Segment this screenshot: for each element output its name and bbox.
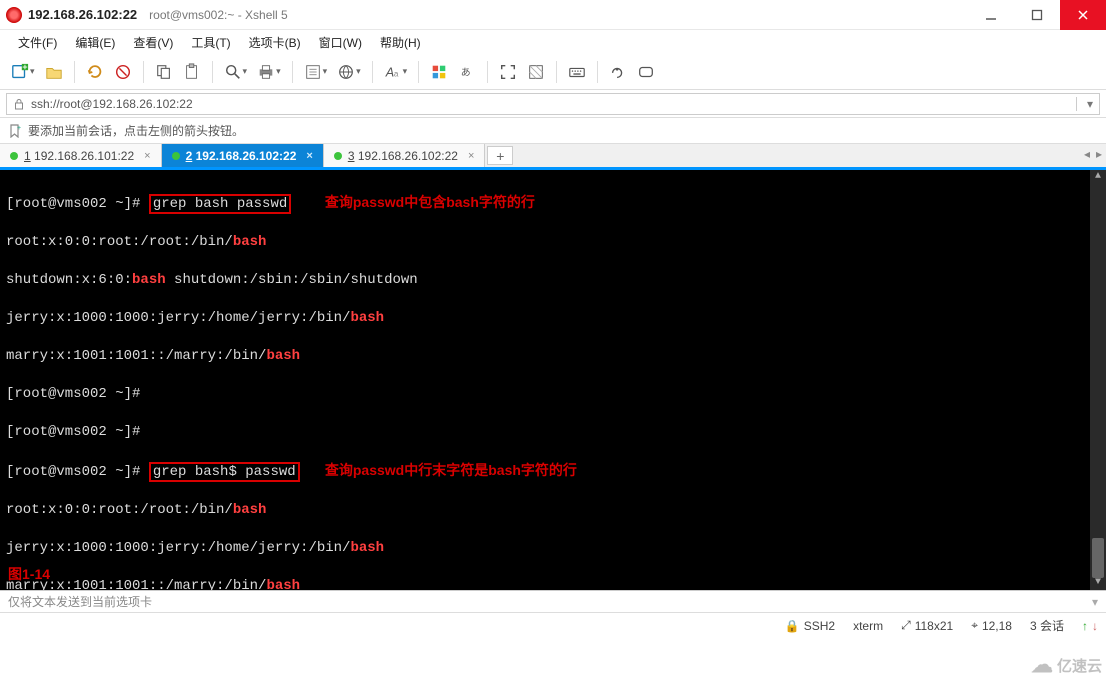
find-button[interactable]: ▾	[220, 59, 252, 85]
tab-close-icon[interactable]: ×	[468, 150, 474, 162]
address-field[interactable]: ssh://root@192.168.26.102:22 ▾	[6, 93, 1100, 115]
window-title-sub: root@vms002:~ - Xshell 5	[149, 8, 288, 22]
terminal-area[interactable]: [root@vms002 ~]# grep bash passwd 查询pass…	[0, 170, 1106, 590]
status-dot-icon	[172, 152, 180, 160]
lock-icon	[13, 98, 25, 110]
paste-button[interactable]	[179, 59, 205, 85]
status-dot-icon	[334, 152, 342, 160]
terminal-scrollbar[interactable]: ▲ ▼	[1090, 170, 1106, 590]
scroll-thumb[interactable]	[1092, 538, 1104, 578]
cloud-icon: ☁	[1031, 652, 1053, 678]
arrow-down-icon: ↓	[1092, 619, 1098, 633]
menu-tabs[interactable]: 选项卡(B)	[241, 32, 309, 53]
send-mode-hint[interactable]: 仅将文本发送到当前选项卡 ▾	[0, 590, 1106, 612]
status-traffic: ↑ ↓	[1082, 619, 1098, 633]
menu-view[interactable]: 查看(V)	[125, 32, 181, 53]
session-hint-text: 要添加当前会话，点击左侧的箭头按钮。	[28, 122, 244, 139]
session-tab-1[interactable]: 1 192.168.26.101:22 ×	[0, 144, 162, 167]
annotation-1: 查询passwd中包含bash字符的行	[325, 194, 535, 210]
session-tabs: 1 192.168.26.101:22 × 2 192.168.26.102:2…	[0, 144, 1106, 170]
encoding-button[interactable]: あ	[454, 59, 480, 85]
position-icon: ⌖	[971, 618, 978, 633]
status-dot-icon	[10, 152, 18, 160]
figure-label: 图1-14	[8, 565, 50, 584]
app-logo-icon	[6, 7, 22, 23]
address-text: ssh://root@192.168.26.102:22	[31, 97, 193, 111]
resize-icon: ⤢	[901, 618, 911, 633]
color-scheme-button[interactable]	[426, 59, 452, 85]
title-bar: 192.168.26.102:22 root@vms002:~ - Xshell…	[0, 0, 1106, 30]
status-terminal-type: xterm	[853, 619, 883, 633]
session-tab-2[interactable]: 2 192.168.26.102:22 ×	[162, 144, 324, 167]
address-dropdown-icon[interactable]: ▾	[1076, 97, 1093, 111]
keyboard-button[interactable]	[564, 59, 590, 85]
transparency-button[interactable]	[523, 59, 549, 85]
bookmark-add-icon[interactable]: +	[8, 124, 22, 138]
disconnect-button[interactable]	[110, 59, 136, 85]
menu-edit[interactable]: 编辑(E)	[67, 32, 123, 53]
print-button[interactable]: ▾	[253, 59, 285, 85]
tab-close-icon[interactable]: ×	[306, 150, 312, 162]
toolbar: ▾ ▾ ▾ ▾ ▾ Aa▾ あ	[0, 54, 1106, 90]
status-cursor-pos: ⌖12,18	[971, 618, 1012, 633]
xagent-button[interactable]: ▾	[333, 59, 365, 85]
open-session-button[interactable]	[41, 59, 67, 85]
arrow-up-icon: ↑	[1082, 619, 1088, 633]
tab-nav-arrows[interactable]: ◂▸	[1084, 147, 1102, 161]
reconnect-button[interactable]	[82, 59, 108, 85]
copy-button[interactable]	[151, 59, 177, 85]
session-tab-3[interactable]: 3 192.168.26.102:22 ×	[324, 144, 486, 167]
scroll-down-icon[interactable]: ▼	[1090, 576, 1106, 590]
fullscreen-button[interactable]	[495, 59, 521, 85]
menu-file[interactable]: 文件(F)	[10, 32, 65, 53]
highlighted-command-2: grep bash$ passwd	[149, 462, 300, 482]
highlighted-command-1: grep bash passwd	[149, 194, 291, 214]
scroll-up-icon[interactable]: ▲	[1090, 170, 1106, 184]
add-tab-button[interactable]: +	[487, 146, 513, 165]
font-button[interactable]: Aa▾	[380, 59, 412, 85]
send-hint-dropdown-icon[interactable]: ▾	[1092, 595, 1098, 609]
quick-command-button[interactable]	[605, 59, 631, 85]
new-session-button[interactable]: ▾	[7, 59, 39, 85]
annotation-2: 查询passwd中行末字符是bash字符的行	[325, 462, 577, 478]
svg-text:あ: あ	[461, 66, 471, 78]
svg-text:A: A	[384, 65, 393, 79]
menu-bar: 文件(F) 编辑(E) 查看(V) 工具(T) 选项卡(B) 窗口(W) 帮助(…	[0, 30, 1106, 54]
status-protocol: 🔒SSH2	[785, 619, 835, 633]
watermark: ☁ 亿速云	[1031, 652, 1102, 678]
menu-tools[interactable]: 工具(T)	[183, 32, 238, 53]
properties-button[interactable]: ▾	[300, 59, 332, 85]
menu-help[interactable]: 帮助(H)	[372, 32, 429, 53]
maximize-button[interactable]	[1014, 0, 1060, 30]
window-title-main: 192.168.26.102:22	[28, 7, 137, 22]
status-size: ⤢118x21	[901, 618, 953, 633]
minimize-button[interactable]	[968, 0, 1014, 30]
status-bar: 🔒SSH2 xterm ⤢118x21 ⌖12,18 3 会话 ↑ ↓	[0, 612, 1106, 638]
menu-window[interactable]: 窗口(W)	[311, 32, 370, 53]
status-sessions: 3 会话	[1030, 617, 1064, 634]
svg-text:+: +	[17, 125, 21, 132]
address-bar: ssh://root@192.168.26.102:22 ▾	[0, 90, 1106, 118]
compose-button[interactable]	[633, 59, 659, 85]
lock-icon: 🔒	[785, 619, 800, 633]
session-hint-bar: + 要添加当前会话，点击左侧的箭头按钮。	[0, 118, 1106, 144]
tab-close-icon[interactable]: ×	[144, 150, 150, 162]
close-button[interactable]	[1060, 0, 1106, 30]
svg-text:a: a	[394, 69, 399, 78]
